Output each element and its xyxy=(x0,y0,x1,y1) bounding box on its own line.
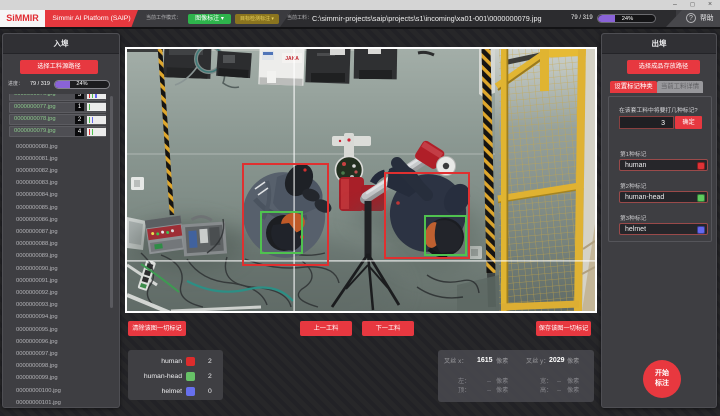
svg-text:JAKA: JAKA xyxy=(285,56,299,62)
